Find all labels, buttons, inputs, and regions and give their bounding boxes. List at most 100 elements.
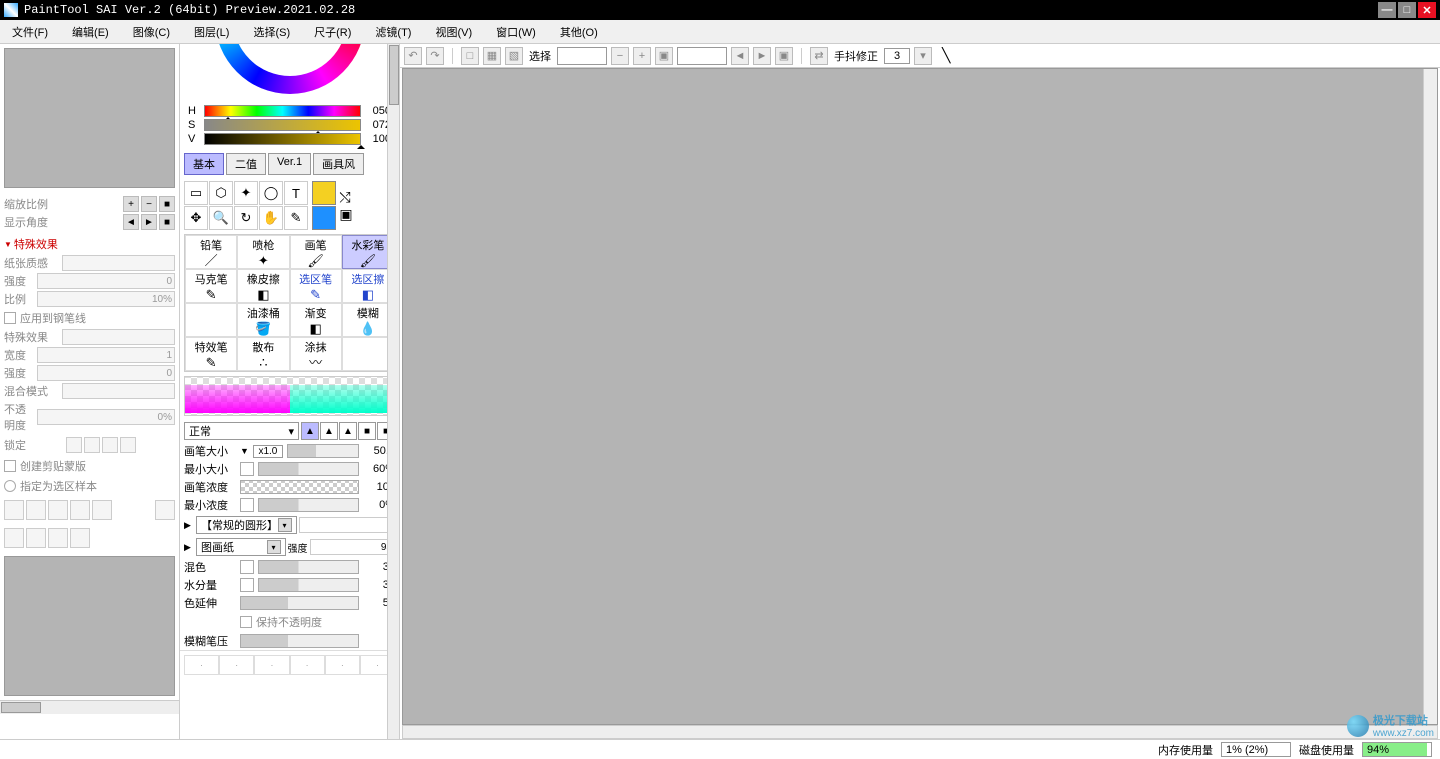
new-folder-button[interactable] [48, 500, 68, 520]
intensity-input[interactable] [37, 273, 175, 289]
canvas-hscroll[interactable] [402, 725, 1438, 739]
primary-swatch[interactable] [312, 181, 336, 205]
new-layer-button[interactable] [4, 500, 24, 520]
brush-selpen[interactable]: 选区笔✎ [290, 269, 342, 303]
tex-str-input[interactable] [310, 539, 396, 555]
canvas[interactable] [402, 68, 1438, 725]
sample-radio[interactable] [4, 480, 16, 492]
lock-none-icon[interactable] [66, 437, 82, 453]
zoom-plus-button[interactable]: + [123, 196, 139, 212]
size-preset-3[interactable]: · [254, 655, 289, 675]
hand-tool[interactable]: ✋ [259, 206, 283, 230]
menu-filter[interactable]: 滤镜(T) [371, 22, 415, 42]
brush-gradient[interactable]: 渐变◧ [290, 303, 342, 337]
new-linework-button[interactable] [26, 500, 46, 520]
opacity-input[interactable] [37, 409, 175, 425]
brush-bucket[interactable]: 油漆桶🪣 [237, 303, 289, 337]
flatten-button[interactable] [48, 528, 68, 548]
text-tool[interactable]: T [284, 181, 308, 205]
show-sel-button[interactable]: ▧ [505, 47, 523, 65]
rotate-tool[interactable]: ↻ [234, 206, 258, 230]
angle-input[interactable] [677, 47, 727, 65]
minsize-slider[interactable] [258, 462, 359, 476]
angle-ccw-button[interactable]: ◄ [123, 214, 139, 230]
rot-ccw-button[interactable]: ◄ [731, 47, 749, 65]
v-slider[interactable] [204, 133, 361, 145]
undo-button[interactable]: ↶ [404, 47, 422, 65]
zoom-minus2-button[interactable]: − [611, 47, 629, 65]
brush-scatter[interactable]: 散布∴ [237, 337, 289, 371]
clip-check[interactable] [4, 460, 16, 472]
layer-list[interactable] [4, 556, 175, 696]
brush-marker[interactable]: 马克笔✎ [185, 269, 237, 303]
angle-reset-button[interactable]: ■ [159, 214, 175, 230]
tip-1-icon[interactable]: ▲ [301, 422, 319, 440]
tab-binary[interactable]: 二值 [226, 153, 266, 175]
navigator-thumbnail[interactable] [4, 48, 175, 188]
strength-input[interactable] [37, 365, 175, 381]
angle-cw-button[interactable]: ► [141, 214, 157, 230]
delete-layer-button[interactable] [155, 500, 175, 520]
lock-all-icon[interactable] [120, 437, 136, 453]
mindensity-slider[interactable] [258, 498, 359, 512]
zoom-tool[interactable]: 🔍 [209, 206, 233, 230]
eyedropper-tool[interactable]: ✎ [284, 206, 308, 230]
size-preset-5[interactable]: · [325, 655, 360, 675]
menu-ruler[interactable]: 尺子(R) [310, 22, 355, 42]
menu-layer[interactable]: 图层(L) [190, 22, 233, 42]
zoom-fit-button[interactable]: ▣ [655, 47, 673, 65]
brush-eraser[interactable]: 橡皮擦◧ [237, 269, 289, 303]
invert-button[interactable]: ▦ [483, 47, 501, 65]
mix-blend-slider[interactable] [258, 560, 359, 574]
merge-down-button[interactable] [4, 528, 24, 548]
maximize-button[interactable]: □ [1398, 2, 1416, 18]
shape-select[interactable]: 【常规的圆形】▾ [196, 516, 297, 534]
tab-ver1[interactable]: Ver.1 [268, 153, 311, 175]
menu-image[interactable]: 图像(C) [129, 22, 174, 42]
wand-tool[interactable]: ✦ [234, 181, 258, 205]
layer-mask-button[interactable] [70, 500, 90, 520]
menu-edit[interactable]: 编辑(E) [68, 22, 113, 42]
brush-brush[interactable]: 画笔🖌 [290, 235, 342, 269]
layer-extra-button[interactable] [92, 500, 112, 520]
brush-airbrush[interactable]: 喷枪✦ [237, 235, 289, 269]
brush-smudge[interactable]: 涂抹〰 [290, 337, 342, 371]
tip-4-icon[interactable]: ■ [358, 422, 376, 440]
h-slider[interactable] [204, 105, 361, 117]
size-preset-2[interactable]: · [219, 655, 254, 675]
canvas-vscroll[interactable] [1423, 69, 1437, 724]
mix-water-icon[interactable] [240, 578, 254, 592]
mix-persist-slider[interactable] [240, 596, 359, 610]
clear-button[interactable] [70, 528, 90, 548]
minimize-button[interactable]: — [1378, 2, 1396, 18]
zoom-input[interactable] [557, 47, 607, 65]
zoom-reset-button[interactable]: ■ [159, 196, 175, 212]
swap-colors-icon[interactable]: ⤭▣ [336, 181, 356, 230]
zoom-minus-button[interactable]: − [141, 196, 157, 212]
stab-input[interactable] [884, 48, 910, 64]
size-preset-4[interactable]: · [290, 655, 325, 675]
minsize-pressure-icon[interactable] [240, 462, 254, 476]
menu-select[interactable]: 选择(S) [249, 22, 294, 42]
close-button[interactable]: ✕ [1418, 2, 1436, 18]
mix-water-slider[interactable] [258, 578, 359, 592]
brush-pencil[interactable]: 铅笔／ [185, 235, 237, 269]
marquee-tool[interactable]: ▭ [184, 181, 208, 205]
redo-button[interactable]: ↷ [426, 47, 444, 65]
blur-slider[interactable] [240, 634, 359, 648]
shape-tool[interactable]: ◯ [259, 181, 283, 205]
menu-view[interactable]: 视图(V) [431, 22, 476, 42]
effect-select[interactable] [62, 329, 175, 345]
lock-move-icon[interactable] [102, 437, 118, 453]
lock-pixel-icon[interactable] [84, 437, 100, 453]
tab-basic[interactable]: 基本 [184, 153, 224, 175]
menu-file[interactable]: 文件(F) [8, 22, 52, 42]
left-hscroll[interactable] [0, 700, 179, 714]
blend-select[interactable] [62, 383, 175, 399]
shape-value[interactable] [299, 517, 396, 533]
texture-select[interactable]: 图画纸▾ [196, 538, 286, 556]
size-slider[interactable] [287, 444, 359, 458]
rot-reset-button[interactable]: ▣ [775, 47, 793, 65]
size-preset-1[interactable]: · [184, 655, 219, 675]
fx-header[interactable]: 特殊效果 [0, 234, 179, 254]
